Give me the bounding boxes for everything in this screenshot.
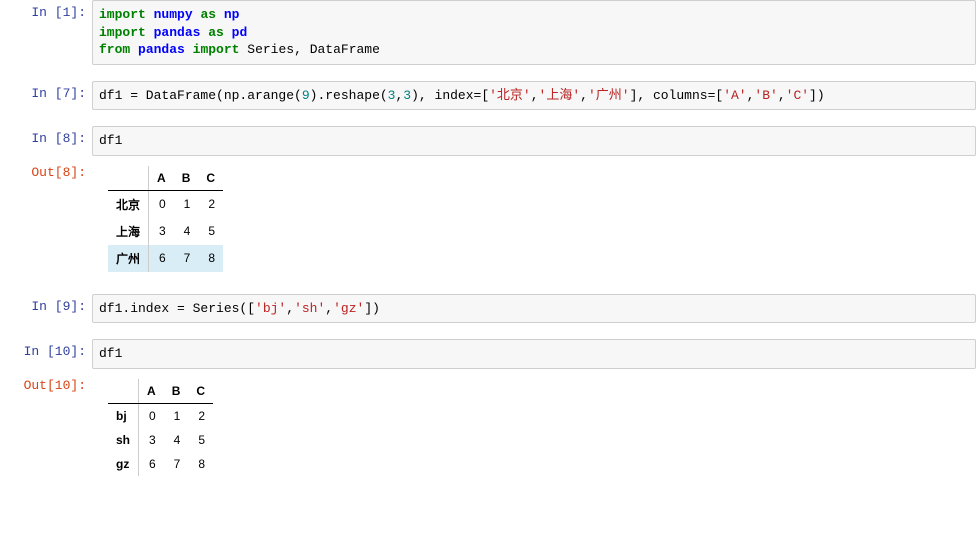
cell-out-10: Out[10]: A B C bj 0 1 2 sh <box>0 373 976 482</box>
table-header-row: A B C <box>108 166 223 191</box>
code-input-8[interactable]: df1 <box>92 126 976 156</box>
cell: 6 <box>149 245 174 272</box>
prompt-in-7: In [7]: <box>0 81 92 101</box>
table-row: bj 0 1 2 <box>108 403 213 428</box>
code-input-10[interactable]: df1 <box>92 339 976 369</box>
cell: 4 <box>174 218 199 245</box>
prompt-out-8: Out[8]: <box>0 160 92 180</box>
cell-in-7: In [7]: df1 = DataFrame(np.arange(9).res… <box>0 81 976 111</box>
table-header-row: A B C <box>108 379 213 404</box>
col-header: A <box>139 379 164 404</box>
cell: 7 <box>174 245 199 272</box>
code-input-7[interactable]: df1 = DataFrame(np.arange(9).reshape(3,3… <box>92 81 976 111</box>
cell-in-8: In [8]: df1 <box>0 126 976 156</box>
row-index: 北京 <box>108 190 149 218</box>
col-header: B <box>174 166 199 191</box>
cell: 0 <box>149 190 174 218</box>
row-index: gz <box>108 452 139 476</box>
col-header: C <box>198 166 223 191</box>
cell: 0 <box>139 403 164 428</box>
cell: 1 <box>174 190 199 218</box>
cell: 3 <box>139 428 164 452</box>
cell: 8 <box>188 452 213 476</box>
prompt-in-10: In [10]: <box>0 339 92 359</box>
cell: 2 <box>188 403 213 428</box>
cell: 4 <box>164 428 189 452</box>
cell-in-9: In [9]: df1.index = Series(['bj','sh','g… <box>0 294 976 324</box>
dataframe-output-8: A B C 北京 0 1 2 上海 3 4 5 <box>108 166 223 272</box>
cell: 7 <box>164 452 189 476</box>
prompt-in-8: In [8]: <box>0 126 92 146</box>
row-index: bj <box>108 403 139 428</box>
table-row: 广州 6 7 8 <box>108 245 223 272</box>
code-input-9[interactable]: df1.index = Series(['bj','sh','gz']) <box>92 294 976 324</box>
cell: 2 <box>198 190 223 218</box>
cell: 6 <box>139 452 164 476</box>
table-row: 北京 0 1 2 <box>108 190 223 218</box>
cell: 5 <box>198 218 223 245</box>
output-8: A B C 北京 0 1 2 上海 3 4 5 <box>92 160 976 278</box>
prompt-in-1: In [1]: <box>0 0 92 20</box>
cell: 5 <box>188 428 213 452</box>
prompt-in-9: In [9]: <box>0 294 92 314</box>
dataframe-output-10: A B C bj 0 1 2 sh 3 4 5 <box>108 379 213 476</box>
col-header: C <box>188 379 213 404</box>
col-header: B <box>164 379 189 404</box>
row-index: sh <box>108 428 139 452</box>
output-10: A B C bj 0 1 2 sh 3 4 5 <box>92 373 976 482</box>
table-row: 上海 3 4 5 <box>108 218 223 245</box>
col-header: A <box>149 166 174 191</box>
row-index: 上海 <box>108 218 149 245</box>
table-row: sh 3 4 5 <box>108 428 213 452</box>
cell: 8 <box>198 245 223 272</box>
cell: 3 <box>149 218 174 245</box>
cell: 1 <box>164 403 189 428</box>
cell-in-1: In [1]: import numpy as np import pandas… <box>0 0 976 65</box>
code-input-1[interactable]: import numpy as np import pandas as pd f… <box>92 0 976 65</box>
row-index: 广州 <box>108 245 149 272</box>
cell-out-8: Out[8]: A B C 北京 0 1 2 上海 <box>0 160 976 278</box>
table-row: gz 6 7 8 <box>108 452 213 476</box>
cell-in-10: In [10]: df1 <box>0 339 976 369</box>
prompt-out-10: Out[10]: <box>0 373 92 393</box>
